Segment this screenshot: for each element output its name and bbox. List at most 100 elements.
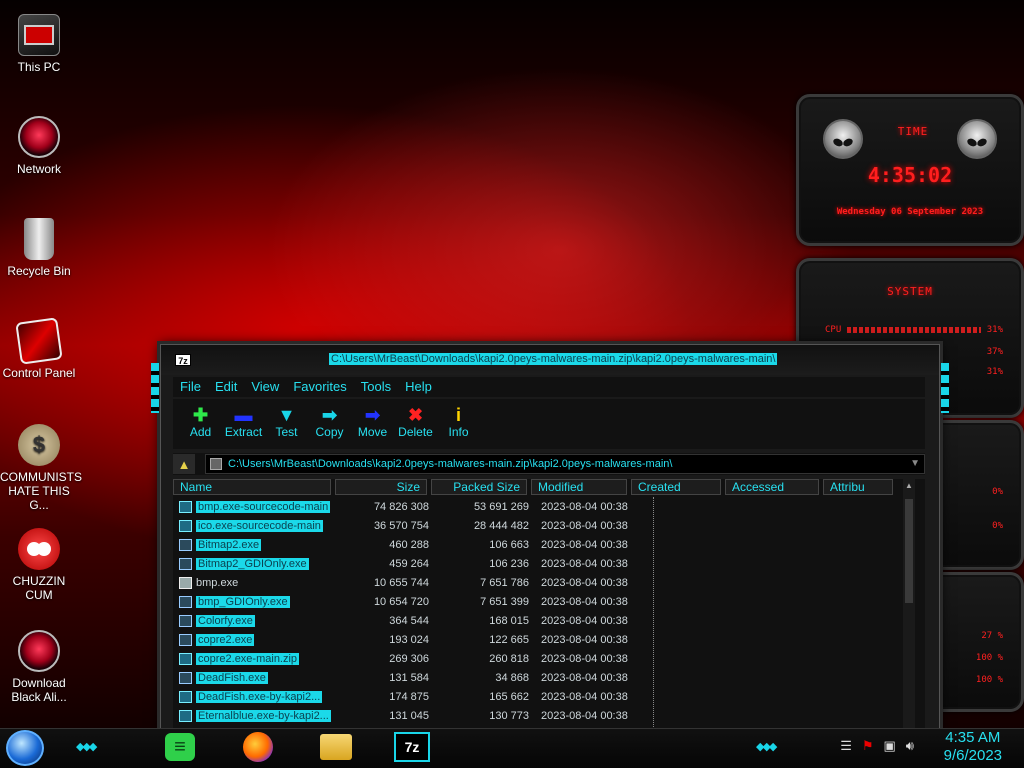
file-packed-size: 106 236: [489, 557, 529, 570]
column-packed-size[interactable]: Packed Size: [431, 479, 527, 495]
vertical-scrollbar[interactable]: ▲: [903, 479, 915, 733]
menu-tools[interactable]: Tools: [354, 377, 398, 397]
table-row[interactable]: DeadFish.exe-by-kapi2... 174 875 165 662…: [173, 687, 925, 706]
widget-date: Wednesday 06 September 2023: [836, 207, 984, 217]
file-packed-size: 168 015: [489, 614, 529, 627]
file-modified: 2023-08-04 00:38: [541, 671, 628, 684]
info-icon: i: [455, 405, 461, 425]
file-modified: 2023-08-04 00:38: [541, 652, 628, 665]
column-name[interactable]: Name: [173, 479, 331, 495]
toolbar-label: Move: [357, 425, 388, 439]
table-row[interactable]: Colorfy.exe 364 544 168 015 2023-08-04 0…: [173, 611, 925, 630]
column-size[interactable]: Size: [335, 479, 427, 495]
file-size: 460 288: [389, 538, 429, 551]
column-attributes[interactable]: Attribu: [823, 479, 893, 495]
file-modified: 2023-08-04 00:38: [541, 576, 628, 589]
table-row[interactable]: bmp_GDIOnly.exe 10 654 720 7 651 399 202…: [173, 592, 925, 611]
desktop-icon-label: Network: [16, 162, 61, 176]
delete-button[interactable]: ✖ Delete: [394, 399, 437, 449]
file-size: 131 584: [389, 671, 429, 684]
desktop-icon-control-panel[interactable]: Control Panel: [0, 317, 78, 380]
taskbar-clock[interactable]: 4:35 AM 9/6/2023: [944, 729, 1002, 765]
table-row[interactable]: Eternalblue.exe-by-kapi2... 131 045 130 …: [173, 706, 925, 725]
menu-view[interactable]: View: [244, 377, 286, 397]
stack-icon[interactable]: ☰: [840, 738, 852, 754]
file-name: copre2.exe: [196, 633, 255, 646]
widget-row-cpu: CPU 31%: [825, 325, 1003, 335]
desktop-icon-label: Control Panel: [2, 366, 76, 380]
address-input[interactable]: C:\Users\MrBeast\Downloads\kapi2.0peys-m…: [205, 454, 925, 474]
table-row[interactable]: DeadFish.exe 131 584 34 868 2023-08-04 0…: [173, 668, 925, 687]
start-button[interactable]: [6, 730, 44, 766]
extract-button[interactable]: ▬ Extract: [222, 399, 265, 449]
network-tray-icon[interactable]: ▣: [884, 738, 896, 754]
widget-time-title: TIME: [897, 125, 929, 138]
desktop-icon-communists[interactable]: $ COMMUNISTS HATE THIS G...: [0, 424, 82, 512]
check-icon: ▼: [277, 405, 296, 425]
widget-system-title: SYSTEM: [887, 285, 933, 298]
money-bag-icon: $: [18, 424, 60, 466]
action-center-flag-icon[interactable]: ⚑: [862, 738, 874, 754]
taskbar-app-7zip[interactable]: 7z: [394, 731, 430, 763]
file-modified: 2023-08-04 00:38: [541, 709, 628, 722]
table-row[interactable]: Bitmap2_GDIOnly.exe 459 264 106 236 2023…: [173, 554, 925, 573]
table-row[interactable]: bmp.exe-sourcecode-main 74 826 308 53 69…: [173, 497, 925, 516]
file-name: ico.exe-sourcecode-main: [196, 519, 323, 532]
desktop-icon-recycle-bin[interactable]: Recycle Bin: [0, 218, 78, 278]
table-row[interactable]: bmp.exe 10 655 744 7 651 786 2023-08-04 …: [173, 573, 925, 592]
folder-up-button[interactable]: ▲: [173, 454, 195, 474]
column-created[interactable]: Created: [631, 479, 721, 495]
clock-date: 9/6/2023: [943, 747, 1002, 764]
taskbar-app-firefox[interactable]: [240, 731, 276, 763]
7zip-icon: 7z: [394, 732, 430, 762]
desktop-icon-this-pc[interactable]: This PC: [0, 14, 78, 74]
zip-file-icon: [179, 652, 192, 665]
file-size: 36 570 754: [373, 519, 429, 532]
desktop-icon-download-black-alien[interactable]: Download Black Ali...: [0, 630, 78, 704]
move-button[interactable]: ➡ Move: [351, 399, 394, 449]
clock-time: 4:35 AM: [945, 729, 1001, 746]
file-modified: 2023-08-04 00:38: [541, 633, 628, 646]
file-name: DeadFish.exe: [196, 671, 268, 684]
column-divider: [653, 497, 654, 733]
file-name: Bitmap2.exe: [196, 538, 262, 551]
window-titlebar[interactable]: 7z C:\Users\MrBeast\Downloads\kapi2.0pey…: [161, 345, 939, 375]
exe-file-icon: [179, 538, 192, 551]
column-modified[interactable]: Modified: [531, 479, 627, 495]
plus-icon: ✚: [192, 405, 209, 425]
menu-edit[interactable]: Edit: [208, 377, 244, 397]
chevron-down-icon[interactable]: ▼: [910, 455, 920, 473]
file-name: bmp_GDIOnly.exe: [196, 595, 290, 608]
table-row[interactable]: copre2.exe-main.zip 269 306 260 818 2023…: [173, 649, 925, 668]
speaker-icon[interactable]: 🔊︎: [906, 738, 914, 754]
test-button[interactable]: ▼ Test: [265, 399, 308, 449]
info-button[interactable]: i Info: [437, 399, 480, 449]
widget-row-value: 37%: [986, 347, 1003, 357]
file-modified: 2023-08-04 00:38: [541, 538, 628, 551]
copy-button[interactable]: ➡ Copy: [308, 399, 351, 449]
taskbar-app-notes[interactable]: [162, 731, 198, 763]
table-row[interactable]: copre2.exe 193 024 122 665 2023-08-04 00…: [173, 630, 925, 649]
widget-row-value: 0%: [992, 521, 1003, 531]
column-headers: Name Size Packed Size Modified Created A…: [173, 479, 925, 497]
scroll-up-icon[interactable]: ▲: [903, 481, 915, 493]
table-row[interactable]: ico.exe-sourcecode-main 36 570 754 28 44…: [173, 516, 925, 535]
menu-favorites[interactable]: Favorites: [286, 377, 353, 397]
exe-file-icon: [179, 557, 192, 570]
widget-row-value: 100 %: [975, 675, 1003, 685]
table-row[interactable]: Bitmap2.exe 460 288 106 663 2023-08-04 0…: [173, 535, 925, 554]
add-button[interactable]: ✚ Add: [179, 399, 222, 449]
file-rows: bmp.exe-sourcecode-main 74 826 308 53 69…: [173, 497, 925, 733]
widget-row-value: 31%: [986, 367, 1003, 377]
desktop-icon-chuzzin[interactable]: CHUZZIN CUM: [0, 528, 78, 602]
column-accessed[interactable]: Accessed: [725, 479, 819, 495]
control-panel-icon: [15, 317, 63, 365]
widget-clock: 4:35:02: [867, 163, 953, 187]
menu-file[interactable]: File: [173, 377, 208, 397]
file-packed-size: 7 651 399: [480, 595, 529, 608]
file-name: copre2.exe-main.zip: [196, 652, 300, 665]
taskbar-app-explorer[interactable]: [318, 731, 354, 763]
menu-help[interactable]: Help: [398, 377, 439, 397]
scroll-thumb[interactable]: [905, 499, 913, 603]
desktop-icon-network[interactable]: Network: [0, 116, 78, 176]
